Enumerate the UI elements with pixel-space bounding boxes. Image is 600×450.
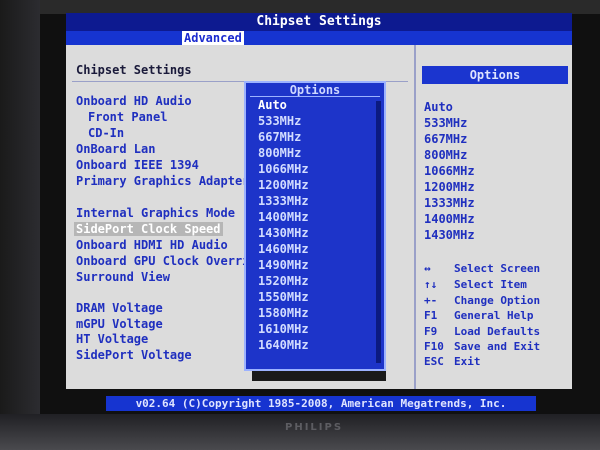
help-text: Change Option: [454, 294, 541, 307]
option-1200mhz[interactable]: 1200MHz: [258, 178, 309, 192]
option-value: 1333MHz: [424, 196, 475, 210]
option-1333mhz[interactable]: 1333MHz: [258, 194, 309, 208]
option-667mhz[interactable]: 667MHz: [258, 130, 301, 144]
help-key: F9: [424, 325, 438, 338]
option-auto[interactable]: Auto: [258, 98, 287, 112]
option-value: Auto: [424, 100, 453, 114]
up-down-arrow-icon: ↑↓: [424, 278, 438, 291]
options-popup-divider: [250, 96, 380, 97]
setting-onboard-gpu-clock-override[interactable]: Onboard GPU Clock Override: [76, 254, 264, 268]
setting-front-panel[interactable]: Front Panel: [88, 110, 167, 124]
help-panel: Options Auto 533MHz 667MHz 800MHz 1066MH…: [414, 45, 574, 389]
options-popup: Options Auto 533MHz 667MHz 800MHz 1066MH…: [244, 81, 386, 371]
monitor-bezel-left: [0, 0, 40, 450]
option-1610mhz[interactable]: 1610MHz: [258, 322, 309, 336]
option-1430mhz[interactable]: 1430MHz: [258, 226, 309, 240]
setting-dram-voltage[interactable]: DRAM Voltage: [76, 301, 163, 315]
option-value: 1400MHz: [424, 212, 475, 226]
option-1580mhz[interactable]: 1580MHz: [258, 306, 309, 320]
setting-onboard-lan[interactable]: OnBoard Lan: [76, 142, 155, 156]
option-1400mhz[interactable]: 1400MHz: [258, 210, 309, 224]
tab-bar: Advanced: [66, 31, 572, 45]
setting-sideport-voltage[interactable]: SidePort Voltage: [76, 348, 192, 362]
help-text: General Help: [454, 309, 534, 322]
options-header: Options: [422, 66, 568, 84]
option-value: 1066MHz: [424, 164, 475, 178]
option-1066mhz[interactable]: 1066MHz: [258, 162, 309, 176]
options-popup-title: Options: [246, 83, 384, 97]
option-1550mhz[interactable]: 1550MHz: [258, 290, 309, 304]
help-key: ESC: [424, 355, 444, 368]
monitor-bezel-top: [0, 0, 600, 14]
option-1520mhz[interactable]: 1520MHz: [258, 274, 309, 288]
help-text: Load Defaults: [454, 325, 541, 338]
options-popup-scrollbar[interactable]: [376, 101, 381, 363]
title-bar: Chipset Settings: [66, 13, 572, 31]
option-1640mhz[interactable]: 1640MHz: [258, 338, 309, 352]
setting-internal-graphics-mode[interactable]: Internal Graphics Mode: [76, 206, 235, 220]
left-right-arrow-icon: ↔: [424, 262, 431, 275]
option-value: 800MHz: [424, 148, 468, 162]
option-value: 1430MHz: [424, 228, 475, 242]
help-text: Save and Exit: [454, 340, 541, 353]
option-800mhz[interactable]: 800MHz: [258, 146, 301, 160]
option-1490mhz[interactable]: 1490MHz: [258, 258, 309, 272]
help-key: F1: [424, 309, 438, 322]
setting-primary-graphics-adapter[interactable]: Primary Graphics Adapter: [76, 174, 249, 188]
footer-bar: v02.64 (C)Copyright 1985-2008, American …: [106, 396, 536, 411]
setting-onboard-hdmi-hd-audio[interactable]: Onboard HDMI HD Audio: [76, 238, 228, 252]
setting-ht-voltage[interactable]: HT Voltage: [76, 332, 148, 346]
setting-sideport-clock-speed[interactable]: SidePort Clock Speed: [74, 222, 223, 236]
setting-mgpu-voltage[interactable]: mGPU Voltage: [76, 317, 163, 331]
option-value: 1200MHz: [424, 180, 475, 194]
setting-surround-view[interactable]: Surround View: [76, 270, 170, 284]
copyright-text: v02.64 (C)Copyright 1985-2008, American …: [135, 397, 507, 410]
help-key: F10: [424, 340, 444, 353]
option-value: 533MHz: [424, 116, 468, 130]
option-533mhz[interactable]: 533MHz: [258, 114, 301, 128]
setting-onboard-hd-audio[interactable]: Onboard HD Audio: [76, 94, 192, 108]
tab-advanced[interactable]: Advanced: [182, 31, 244, 45]
option-1460mhz[interactable]: 1460MHz: [258, 242, 309, 256]
setting-cd-in[interactable]: CD-In: [88, 126, 124, 140]
help-key: +-: [424, 294, 438, 307]
page-title: Chipset Settings: [256, 14, 382, 29]
section-title: Chipset Settings: [76, 63, 192, 77]
monitor-brand-logo: PHILIPS: [285, 422, 344, 433]
option-value: 667MHz: [424, 132, 468, 146]
setting-onboard-ieee-1394[interactable]: Onboard IEEE 1394: [76, 158, 199, 172]
help-text: Select Screen: [454, 262, 541, 275]
help-text: Exit: [454, 355, 481, 368]
help-text: Select Item: [454, 278, 527, 291]
